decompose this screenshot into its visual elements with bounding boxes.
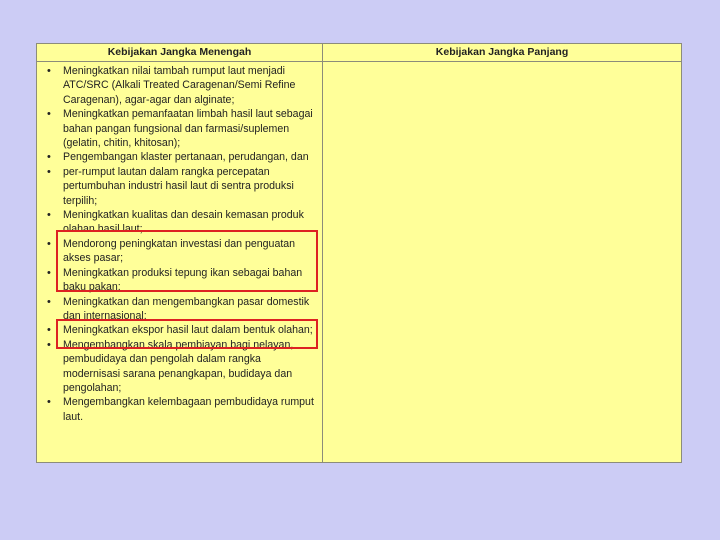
header-long-term: Kebijakan Jangka Panjang bbox=[435, 46, 569, 58]
list-item: Mengembangkan kelembagaan pembudidaya ru… bbox=[47, 395, 318, 424]
highlight-box-packaging-investment bbox=[56, 230, 318, 292]
long-term-cell bbox=[323, 62, 681, 462]
header-medium-term: Kebijakan Jangka Menengah bbox=[37, 44, 323, 61]
highlight-box-market-development bbox=[56, 319, 318, 349]
list-item: Meningkatkan nilai tambah rumput laut me… bbox=[47, 64, 318, 107]
list-item: per-rumput lautan dalam rangka percepata… bbox=[47, 165, 318, 208]
list-item: Pengembangan klaster pertanaan, perudang… bbox=[47, 150, 318, 165]
list-item: Meningkatkan pemanfaatan limbah hasil la… bbox=[47, 107, 318, 150]
table-header-row: Kebijakan Jangka Menengah Kebijakan Jang… bbox=[37, 44, 681, 62]
